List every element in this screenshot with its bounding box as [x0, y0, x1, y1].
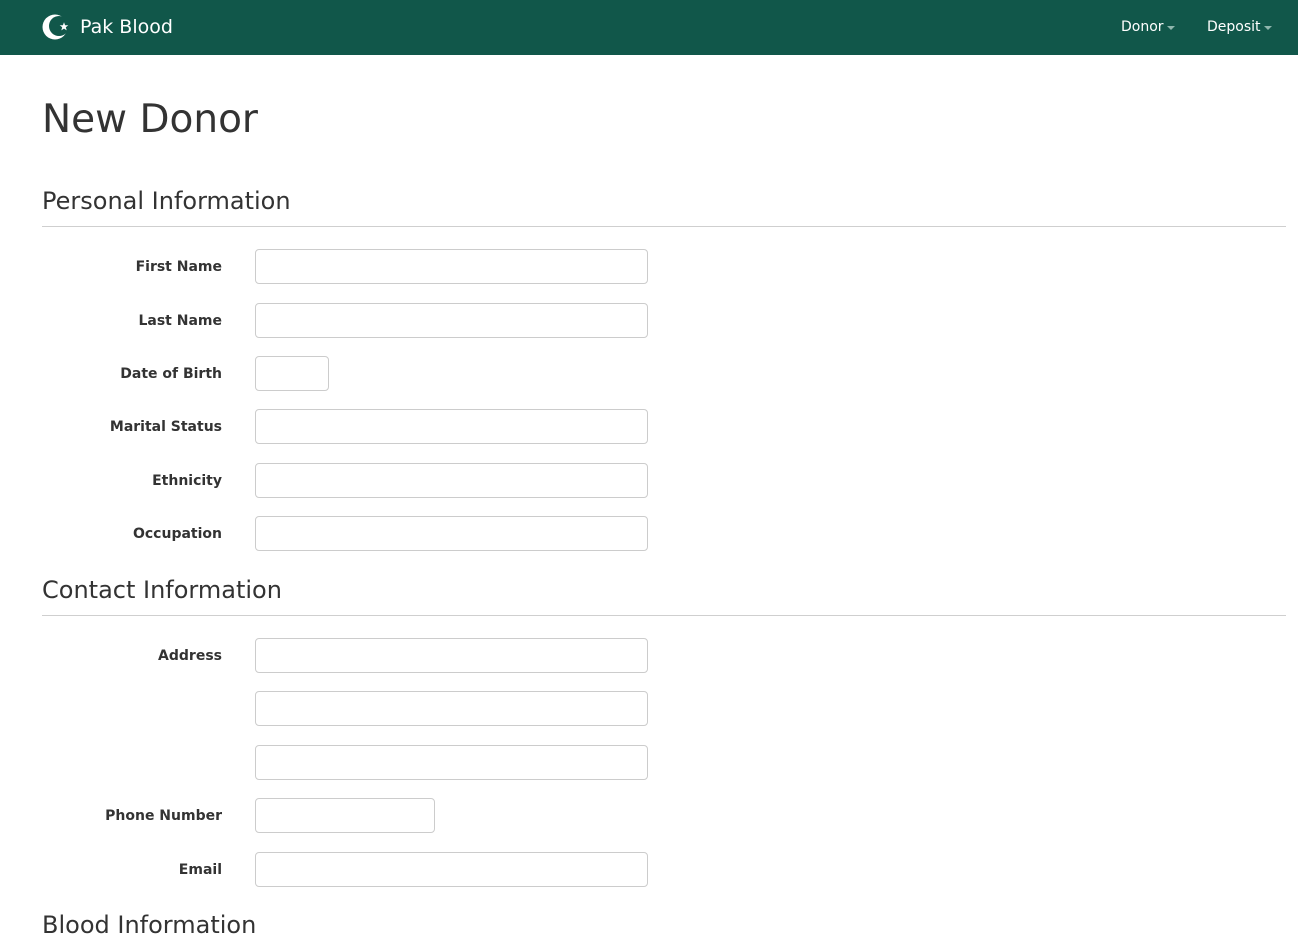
marital-status-field[interactable] [255, 409, 648, 444]
address-line1-field[interactable] [255, 638, 648, 673]
section-divider [42, 615, 1286, 616]
first-name-field[interactable] [255, 249, 648, 284]
email-label: Email [178, 862, 222, 878]
last-name-field[interactable] [255, 303, 648, 338]
phone-number-label: Phone Number [105, 808, 222, 824]
caret-down-icon [1166, 26, 1175, 30]
section-heading-blood: Blood Information [42, 911, 257, 939]
phone-number-field[interactable] [255, 798, 435, 833]
brand-link[interactable]: Pak Blood [42, 12, 173, 42]
nav-menu-donor-label: Donor [1121, 19, 1164, 35]
caret-down-icon [1263, 26, 1272, 30]
crescent-star-icon [42, 14, 69, 40]
nav-menu-deposit-label: Deposit [1207, 19, 1261, 35]
email-field[interactable] [255, 852, 648, 887]
section-heading-personal: Personal Information [42, 187, 291, 215]
ethnicity-label: Ethnicity [152, 473, 222, 489]
section-heading-contact: Contact Information [42, 576, 282, 604]
top-navbar: Pak Blood Donor Deposit [0, 0, 1298, 55]
nav-menu-donor[interactable]: Donor [1121, 18, 1175, 36]
address-line2-field[interactable] [255, 691, 648, 726]
date-of-birth-field[interactable] [255, 356, 329, 391]
ethnicity-field[interactable] [255, 463, 648, 498]
address-line3-field[interactable] [255, 745, 648, 780]
nav-menu-deposit[interactable]: Deposit [1207, 18, 1272, 36]
marital-status-label: Marital Status [109, 419, 222, 435]
section-divider [42, 226, 1286, 227]
brand-name: Pak Blood [80, 16, 173, 38]
date-of-birth-label: Date of Birth [120, 366, 222, 382]
page-title: New Donor [42, 97, 258, 142]
address-label: Address [158, 648, 222, 664]
first-name-label: First Name [135, 259, 222, 275]
last-name-label: Last Name [138, 313, 222, 329]
occupation-field[interactable] [255, 516, 648, 551]
occupation-label: Occupation [132, 526, 222, 542]
